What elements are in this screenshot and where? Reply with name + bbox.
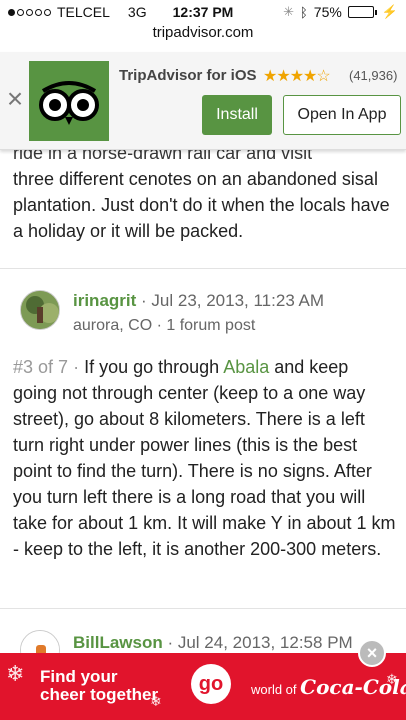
previous-post-text: three different cenotes on an abandoned …: [13, 169, 390, 241]
ad-headline-line1: Find your: [40, 667, 118, 686]
open-in-app-button[interactable]: Open In App: [283, 95, 401, 135]
separator-dot: ·: [73, 357, 85, 377]
post-text-before: If you go through: [84, 357, 220, 377]
close-icon[interactable]: ×: [4, 85, 26, 113]
ad-headline-line2: cheer together: [40, 685, 159, 704]
battery-percent: 75%: [313, 4, 342, 20]
bluetooth-icon: ᛒ: [299, 4, 308, 20]
ad-brand: world of Coca-Cola: [251, 675, 406, 699]
close-ad-icon[interactable]: ×: [358, 639, 386, 667]
ad-banner[interactable]: ❄ ❄ ❄ Find your cheer together go world …: [0, 653, 406, 720]
rating-stars-icon: ★★★★☆: [263, 68, 331, 85]
post-divider: [0, 268, 406, 269]
url-bar[interactable]: tripadvisor.com: [0, 24, 406, 48]
app-install-banner: × TripAdvisor for iOS ★★★★☆ (41,936) Ins…: [0, 52, 406, 150]
battery-icon: [347, 6, 377, 18]
activity-spinner-icon: ✳: [283, 4, 294, 19]
post-divider: [0, 608, 406, 609]
post-date: · Jul 23, 2013, 11:23 AM: [141, 291, 325, 310]
tripadvisor-owl-icon[interactable]: [29, 61, 109, 141]
username-link[interactable]: BillLawson: [73, 633, 163, 652]
install-button[interactable]: Install: [202, 95, 272, 135]
app-name: TripAdvisor for iOS: [119, 67, 257, 84]
snowflake-icon: ❄: [6, 661, 25, 686]
author-location: aurora, CO · 1 forum post: [73, 317, 256, 334]
post-text-after: and keep going not through center (keep …: [13, 357, 396, 559]
post-number[interactable]: #3 of 7: [13, 357, 68, 377]
charging-bolt-icon: ⚡: [381, 4, 398, 19]
previous-post-body: ride in a horse-drawn rail car and visit…: [13, 140, 393, 244]
review-count: (41,936): [349, 68, 398, 83]
avatar[interactable]: [20, 290, 60, 330]
username-link[interactable]: irinagrit: [73, 291, 136, 310]
ad-headline: Find your cheer together: [40, 668, 158, 704]
status-right: ✳ ᛒ 75% ⚡: [283, 4, 398, 20]
post-date: · Jul 24, 2013, 12:58 PM: [167, 633, 353, 652]
coca-cola-logo: Coca-Cola: [300, 675, 406, 699]
ad-brand-prefix: world of: [251, 682, 297, 697]
post-author[interactable]: irinagrit · Jul 23, 2013, 11:23 AM: [73, 288, 324, 314]
status-bar: TELCEL 3G 12:37 PM ✳ ᛒ 75% ⚡: [0, 0, 406, 24]
ad-go-button[interactable]: go: [191, 664, 231, 704]
location-link[interactable]: Abala: [223, 357, 269, 377]
post-body: #3 of 7 · If you go through Abala and ke…: [13, 354, 397, 562]
